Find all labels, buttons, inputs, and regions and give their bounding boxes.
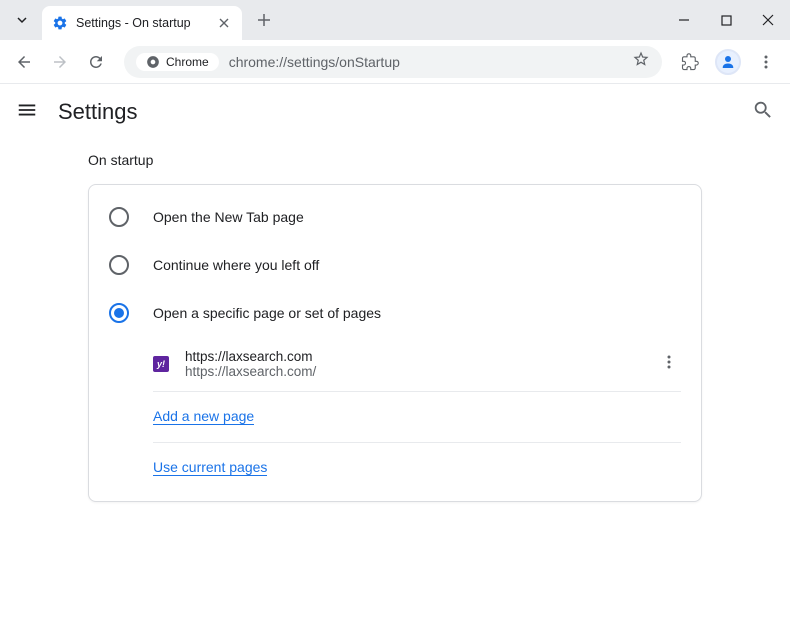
- page-menu-button[interactable]: [657, 350, 681, 379]
- window-controls: [670, 6, 782, 34]
- page-favicon: y!: [153, 356, 169, 372]
- page-title-text: https://laxsearch.com: [185, 349, 641, 364]
- page-url-text: https://laxsearch.com/: [185, 364, 641, 379]
- radio-button[interactable]: [109, 207, 129, 227]
- more-vert-icon: [661, 354, 677, 370]
- arrow-left-icon: [15, 53, 33, 71]
- startup-options-card: Open the New Tab page Continue where you…: [88, 184, 702, 502]
- radio-continue[interactable]: Continue where you left off: [89, 241, 701, 289]
- minimize-icon: [678, 14, 690, 26]
- plus-icon: [257, 13, 271, 27]
- forward-button[interactable]: [44, 46, 76, 78]
- tab-search-dropdown[interactable]: [8, 6, 36, 34]
- puzzle-icon: [681, 53, 699, 71]
- title-bar: Settings - On startup: [0, 0, 790, 40]
- arrow-right-icon: [51, 53, 69, 71]
- close-icon: [219, 18, 229, 28]
- chrome-logo-icon: [146, 55, 160, 69]
- page-info: https://laxsearch.com https://laxsearch.…: [185, 349, 641, 379]
- site-info-chip[interactable]: Chrome: [136, 53, 219, 71]
- page-title: Settings: [58, 99, 732, 125]
- hamburger-icon: [16, 99, 38, 121]
- tab-close-button[interactable]: [216, 15, 232, 31]
- radio-label: Open the New Tab page: [153, 209, 304, 225]
- toolbar: Chrome chrome://settings/onStartup: [0, 40, 790, 84]
- toolbar-right: [674, 46, 782, 78]
- radio-new-tab-page[interactable]: Open the New Tab page: [89, 193, 701, 241]
- reload-button[interactable]: [80, 46, 112, 78]
- radio-button[interactable]: [109, 255, 129, 275]
- settings-header: Settings: [0, 84, 790, 140]
- profile-button[interactable]: [712, 46, 744, 78]
- back-button[interactable]: [8, 46, 40, 78]
- startup-page-row: y! https://laxsearch.com https://laxsear…: [153, 337, 681, 392]
- url-text: chrome://settings/onStartup: [229, 54, 622, 70]
- browser-tab[interactable]: Settings - On startup: [42, 6, 242, 40]
- radio-label: Open a specific page or set of pages: [153, 305, 381, 321]
- maximize-button[interactable]: [712, 6, 740, 34]
- search-button[interactable]: [752, 99, 774, 126]
- extensions-button[interactable]: [674, 46, 706, 78]
- bookmark-button[interactable]: [632, 50, 650, 73]
- startup-pages-list: y! https://laxsearch.com https://laxsear…: [89, 337, 701, 493]
- content-area: On startup Open the New Tab page Continu…: [0, 140, 790, 514]
- settings-gear-icon: [52, 15, 68, 31]
- more-vert-icon: [758, 54, 774, 70]
- chevron-down-icon: [16, 14, 28, 26]
- radio-button[interactable]: [109, 303, 129, 323]
- close-window-button[interactable]: [754, 6, 782, 34]
- chrome-menu-button[interactable]: [750, 46, 782, 78]
- close-icon: [762, 14, 774, 26]
- site-info-label: Chrome: [166, 55, 209, 69]
- reload-icon: [87, 53, 105, 71]
- add-page-row: Add a new page: [153, 392, 681, 443]
- search-icon: [752, 99, 774, 121]
- menu-button[interactable]: [16, 99, 38, 126]
- use-current-row: Use current pages: [153, 443, 681, 493]
- maximize-icon: [721, 15, 732, 26]
- tab-title: Settings - On startup: [76, 16, 208, 30]
- add-new-page-link[interactable]: Add a new page: [153, 408, 254, 425]
- avatar-icon: [715, 49, 741, 75]
- radio-label: Continue where you left off: [153, 257, 319, 273]
- radio-specific-pages[interactable]: Open a specific page or set of pages: [89, 289, 701, 337]
- star-icon: [632, 50, 650, 68]
- use-current-pages-link[interactable]: Use current pages: [153, 459, 267, 476]
- new-tab-button[interactable]: [250, 6, 278, 34]
- section-title: On startup: [0, 152, 790, 184]
- minimize-button[interactable]: [670, 6, 698, 34]
- address-bar[interactable]: Chrome chrome://settings/onStartup: [124, 46, 662, 78]
